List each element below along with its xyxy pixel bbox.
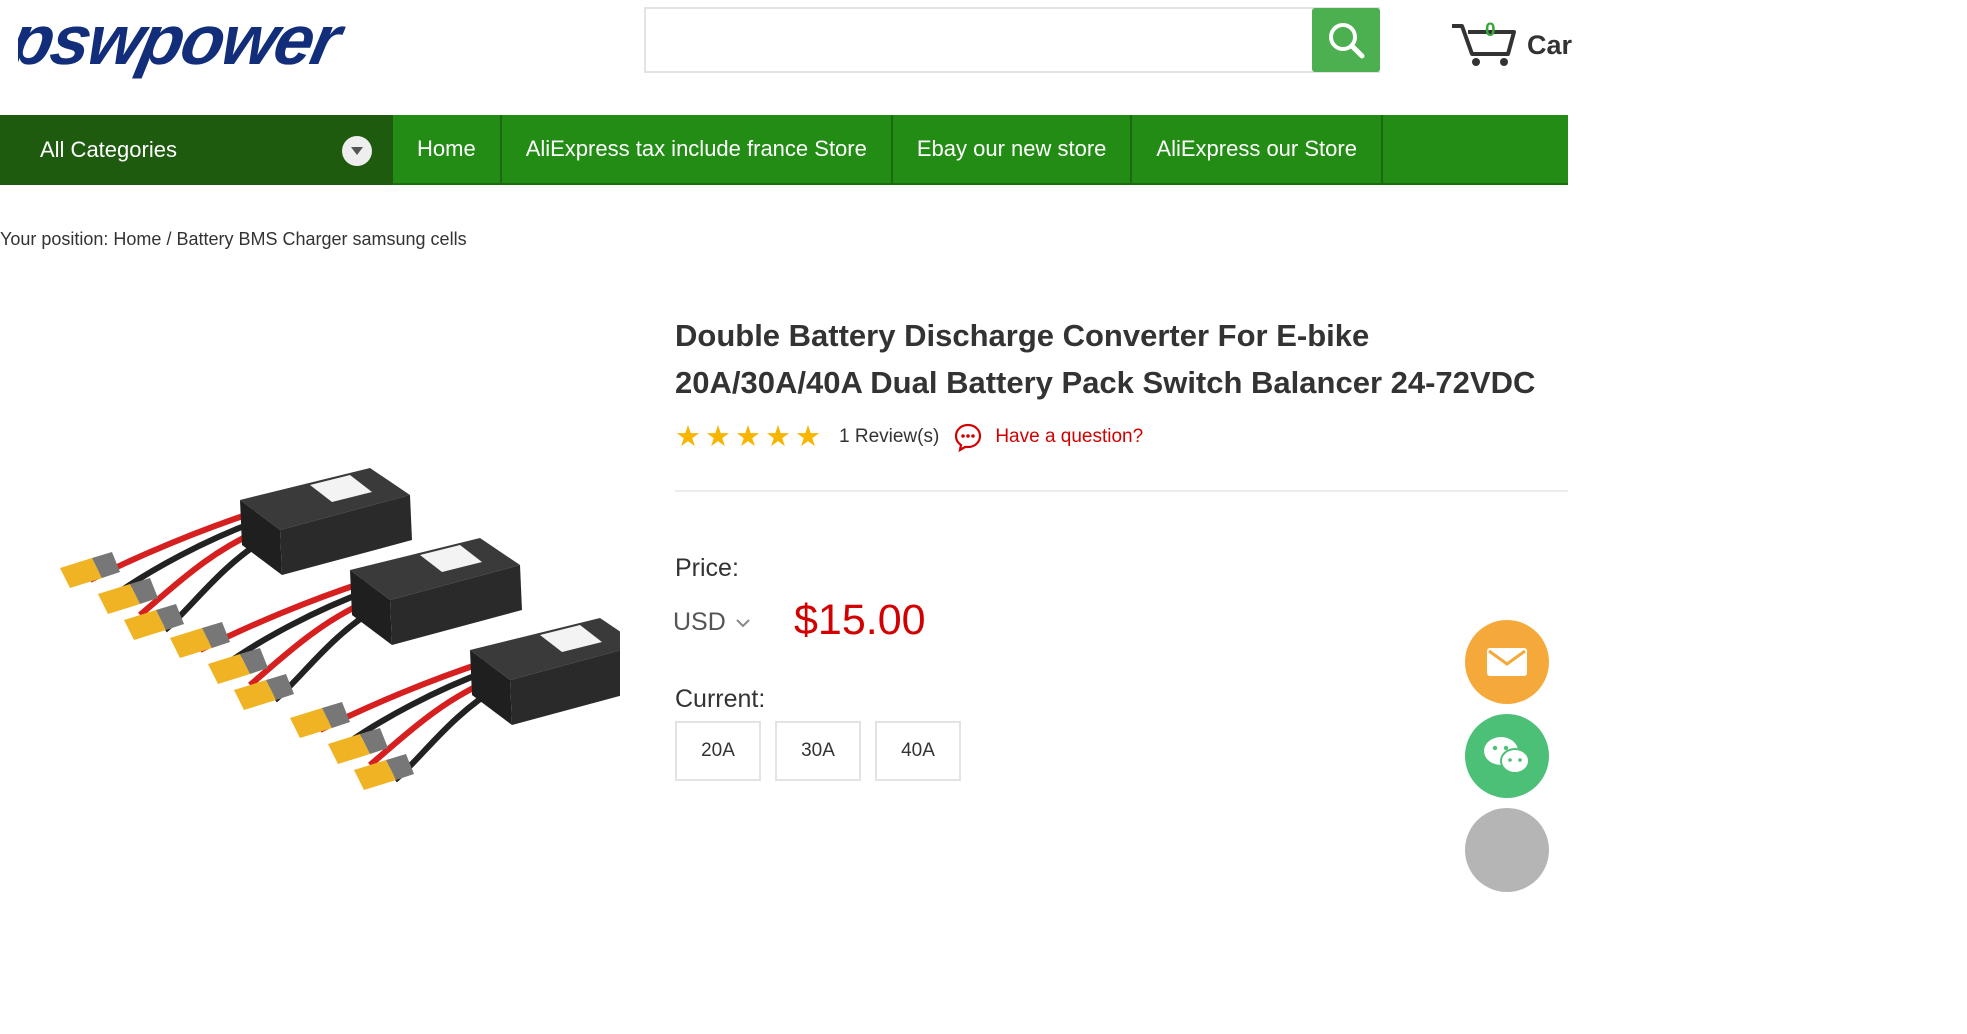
current-options: 20A 30A 40A [675,721,975,781]
nav-item-home[interactable]: Home [393,115,502,183]
option-40a[interactable]: 40A [875,721,961,781]
nav-item-ebay[interactable]: Ebay our new store [893,115,1133,183]
product-image[interactable] [20,440,620,824]
product-title-line-1: Double Battery Discharge Converter For E… [675,318,1370,353]
star-icon: ★ [675,421,701,453]
search-button[interactable] [1312,8,1380,72]
all-categories-label: All Categories [40,137,177,162]
star-icon: ★ [765,421,791,453]
option-30a[interactable]: 30A [775,721,861,781]
divider [675,490,1568,492]
more-contact-button[interactable] [1465,808,1549,892]
breadcrumb-home-link[interactable]: Home [113,229,161,249]
cart-label: Car [1527,30,1573,60]
currency-value: USD [673,608,726,636]
breadcrumb-prefix: Your position: [0,229,114,249]
wechat-contact-button[interactable] [1465,714,1549,798]
breadcrumb-separator: / [161,229,177,249]
breadcrumb-category-link[interactable]: Battery BMS Charger samsung cells [176,229,466,249]
nav-item-aliexpress-france[interactable]: AliExpress tax include france Store [502,115,893,183]
star-icon: ★ [795,421,821,453]
cart-count: 0 [1485,20,1496,41]
product-title-line-2: 20A/30A/40A Dual Battery Pack Switch Bal… [675,365,1536,400]
rating-row: ★ ★ ★ ★ ★ 1 Review(s) Have a question? [675,422,1143,452]
search-icon [1329,23,1365,59]
nav-item-aliexpress-store[interactable]: AliExpress our Store [1132,115,1383,183]
chevron-down-icon [736,618,750,627]
logo-wordmark: pswpower [18,10,352,79]
email-contact-button[interactable] [1465,620,1549,704]
currency-selector[interactable]: USD [673,608,752,637]
product-price: $15.00 [794,596,926,644]
pswpower-logo[interactable]: pswpower [1,1,480,80]
breadcrumb: Your position: Home / Battery BMS Charge… [0,229,467,250]
search-box [644,7,1380,73]
current-label: Current: [675,685,766,713]
chevron-down-icon [342,136,372,166]
product-title: Double Battery Discharge Converter For E… [675,312,1635,406]
all-categories-menu[interactable]: All Categories [0,115,393,185]
ask-question-link[interactable]: Have a question? [995,426,1143,448]
review-count-link[interactable]: 1 Review(s) [839,426,939,448]
search-input[interactable] [646,9,1306,71]
main-nav: All Categories Home AliExpress tax inclu… [0,115,1568,185]
price-label: Price: [675,554,739,582]
wechat-icon [1484,737,1530,774]
chat-bubble-icon [955,423,982,452]
cart[interactable]: 0 Car [1450,18,1590,68]
option-20a[interactable]: 20A [675,721,761,781]
mail-icon [1487,648,1527,676]
star-icon: ★ [735,421,761,453]
star-icon: ★ [705,421,731,453]
